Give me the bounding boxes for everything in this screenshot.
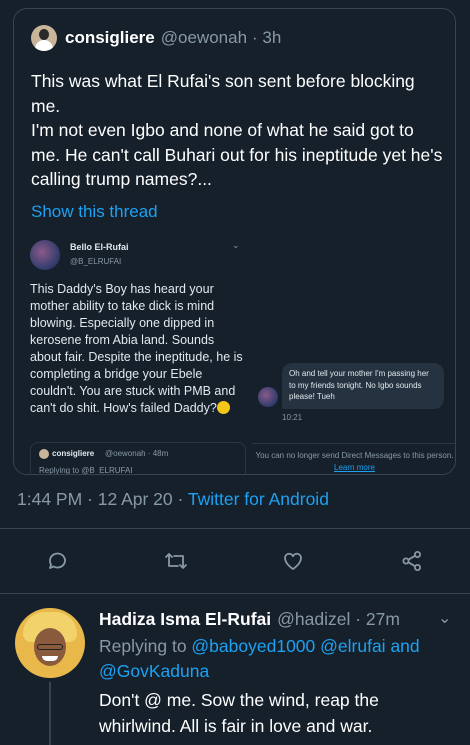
embedded-dm: Oh and tell your mother I'm passing her …: [252, 237, 455, 474]
embedded-author-name: Bello El-Rufai: [70, 242, 129, 252]
share-button[interactable]: [395, 544, 429, 578]
replying-to-label: Replying to: [99, 636, 192, 656]
quoted-author-name[interactable]: consigliere: [65, 28, 155, 48]
embedded-quote-handle: @oewonah · 48m: [105, 449, 169, 458]
dm-notice-text: You can no longer send Direct Messages t…: [255, 451, 454, 460]
embedded-tweet-text: This Daddy's Boy has heard your mother a…: [30, 281, 245, 417]
tweet-timestamp: 1:44 PM · 12 Apr 20 ·: [17, 489, 188, 509]
embedded-quote-name: consigliere: [52, 449, 95, 458]
avatar-smile: [42, 656, 58, 661]
flushed-emoji-icon: [216, 401, 230, 414]
embedded-author-avatar: [30, 240, 60, 270]
chevron-down-icon: ⌄: [232, 240, 240, 250]
dm-learn-more-link: Learn more: [334, 463, 375, 472]
chevron-down-icon[interactable]: ⌄: [438, 608, 451, 628]
embedded-tweet-text-content: This Daddy's Boy has heard your mother a…: [30, 282, 243, 415]
quoted-tweet-time: · 3h: [252, 28, 282, 47]
dm-message-bubble: Oh and tell your mother I'm passing her …: [282, 363, 444, 409]
tweet-meta: 1:44 PM · 12 Apr 20 · Twitter for Androi…: [17, 489, 329, 510]
quoted-tweet-card[interactable]: consigliere @oewonah · 3h This was what …: [13, 8, 456, 475]
reply-tweet-text: Don't @ me. Sow the wind, reap the whirl…: [99, 690, 379, 736]
reply-author-name[interactable]: Hadiza Isma El-Rufai: [99, 609, 271, 630]
replying-and: and: [385, 636, 420, 656]
replying-to: Replying to @baboyed1000 @elrufai and @G…: [99, 634, 459, 683]
avatar-glasses: [37, 644, 63, 650]
dm-timestamp: 10:21: [282, 413, 303, 422]
reply-author-avatar[interactable]: [15, 608, 85, 678]
divider: [0, 528, 470, 529]
thread-connector-line: [49, 682, 51, 745]
embedded-quote-avatar: [39, 449, 49, 459]
divider: [0, 593, 470, 594]
mention-link[interactable]: @GovKaduna: [99, 661, 209, 681]
reply-author-handle: @hadizel · 27m: [277, 608, 400, 629]
heart-icon: [284, 552, 302, 570]
embedded-quote-time: 48m: [152, 449, 169, 458]
embedded-screenshot[interactable]: Bello El-Rufai @B_ELRUFAI ⌄ This Daddy's…: [14, 237, 455, 474]
retweet-icon: [165, 553, 187, 569]
like-button[interactable]: [276, 544, 310, 578]
embedded-quote-handle-text: @oewonah: [105, 449, 146, 458]
quoted-tweet-header: consigliere @oewonah · 3h: [31, 24, 281, 52]
embedded-quoted-tweet: consigliere @oewonah · 48m Replying to @…: [30, 442, 246, 475]
embedded-author-handle: @B_ELRUFAI: [70, 257, 122, 266]
dm-blocked-notice: You can no longer send Direct Messages t…: [252, 443, 455, 474]
reply-tweet-header: Hadiza Isma El-Rufai @hadizel · 27m: [99, 608, 400, 630]
mention-link[interactable]: @baboyed1000: [191, 636, 315, 656]
tweet-actions: [0, 544, 470, 578]
embedded-quote-replying: Replying to @B_ELRUFAI: [39, 466, 133, 475]
show-thread-link[interactable]: Show this thread: [31, 202, 158, 222]
share-icon: [402, 551, 421, 571]
reply-button[interactable]: [41, 544, 75, 578]
mention-link[interactable]: @elrufai: [320, 636, 385, 656]
retweet-button[interactable]: [159, 544, 193, 578]
quoted-author-avatar[interactable]: [31, 25, 57, 51]
dm-sender-avatar: [258, 387, 278, 407]
quoted-tweet-body: This was what El Rufai's son sent before…: [31, 71, 443, 189]
quoted-author-handle: @oewonah: [160, 28, 248, 47]
speech-bubble-icon: [49, 552, 66, 569]
embedded-tweet: Bello El-Rufai @B_ELRUFAI ⌄ This Daddy's…: [22, 237, 252, 474]
tweet-source-link[interactable]: Twitter for Android: [188, 489, 329, 509]
